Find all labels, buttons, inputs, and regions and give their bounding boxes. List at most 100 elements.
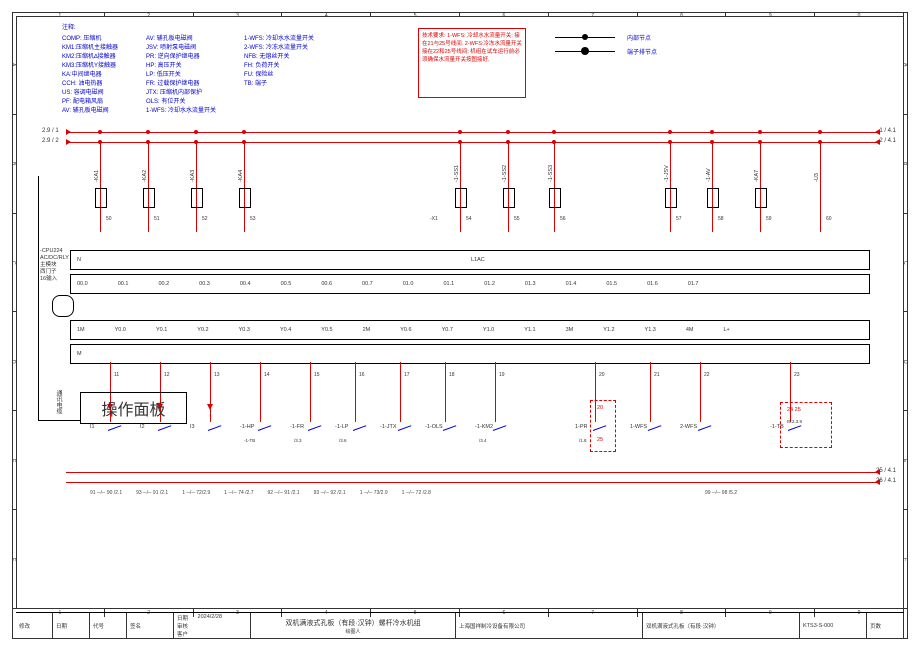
switch-icon [698, 425, 711, 431]
bus1-left-ref: 2.9 / 1 [42, 128, 59, 134]
terminal-num: 55 [514, 216, 520, 222]
output-label: I1 [90, 424, 95, 430]
tb-subtitle: 双机满液式孔板（有段·汉钟） [643, 613, 800, 639]
output-label: 1-PR [575, 424, 588, 430]
plc-name: -CPU224 [40, 248, 69, 255]
relay-coil-icon [707, 188, 719, 208]
relay-label: -1-AV [706, 168, 712, 182]
terminal-num: 51 [154, 216, 160, 222]
output-xref: /3.4 [479, 438, 487, 443]
tb-code: 代号 [90, 613, 127, 639]
relay-label: -U3 [814, 173, 820, 182]
db9-connector-icon [52, 295, 74, 317]
legend-entry: JTX: 压缩机内部保护 [146, 89, 216, 98]
terminal-xref: 1 ─/─ 74 /2.7 [224, 490, 253, 496]
switch-icon [258, 425, 271, 431]
relay-coil-icon [755, 188, 767, 208]
tb-date: 日期 [53, 613, 90, 639]
legend-entry: KM3:压缩机Y接触器 [62, 62, 118, 71]
terminal-switch-row: 91 ─/─ 90 /2.193 ─/─ 91 /2.11 ─/─ 72/2.9… [90, 490, 860, 496]
io-pin: 01.4 [566, 281, 577, 287]
legend-entry: US: 容调电磁阀 [62, 89, 118, 98]
terminal-num: 60 [826, 216, 832, 222]
comm-cable-label: 通讯电缆 [54, 390, 63, 414]
io-pin: 1M [77, 327, 85, 333]
relay-coil-icon [239, 188, 251, 208]
terminal-xref: 1 ─/─ 73/2.9 [360, 490, 388, 496]
output-xref: -1-TB [244, 438, 255, 443]
switch-icon [443, 425, 456, 431]
plc-sub4: 16输入 [40, 276, 69, 283]
io-pin: Y1.2 [603, 327, 614, 333]
io-pin: 01.0 [403, 281, 414, 287]
io-pin: 00.5 [281, 281, 292, 287]
legend-entry: OLS: 有位开关 [146, 98, 216, 107]
relay-label: -KA2 [142, 170, 148, 182]
io-pin: 00.3 [199, 281, 210, 287]
io-pin: 3M [566, 327, 574, 333]
relay-label: -1-SS1 [454, 165, 460, 182]
tb-sheet: 页数 [867, 613, 904, 639]
relay-label: -KA7 [754, 170, 760, 182]
io-pin: 00.0 [77, 281, 88, 287]
output-label: I3 [190, 424, 195, 430]
relay-label: -KA4 [238, 170, 244, 182]
io-pin: N [77, 257, 81, 263]
plc-sub3: 西门子 [40, 269, 69, 276]
dashed-box-1: 20 25 [590, 400, 616, 452]
relay-label: -1-SS2 [502, 165, 508, 182]
io-pin: 2M [363, 327, 371, 333]
legend-entry: KA:中间继电器 [62, 71, 118, 80]
wire-num: 13 [214, 372, 220, 378]
output-label: 1-WFS [630, 424, 647, 430]
terminal-num: 54 [466, 216, 472, 222]
legend-entry: AV: 辅孔板电磁阀 [62, 107, 118, 116]
output-xref: /3.3 [294, 438, 302, 443]
switch-icon [353, 425, 366, 431]
io-pin: Y1.0 [483, 327, 494, 333]
relay-label: -KA3 [190, 170, 196, 182]
legend-entry: 1-WFS: 冷却水水流量开关 [146, 107, 216, 116]
legend-entry: 2-WFS: 冷冻水流量开关 [244, 44, 314, 53]
page: 1234567890 1234567890 ABCDEF ABCDEF 注释: … [0, 0, 920, 651]
terminal-num: 53 [250, 216, 256, 222]
bus-25 [66, 472, 880, 473]
io-pin: Y0.7 [442, 327, 453, 333]
wire-num: 22 [704, 372, 710, 378]
legend-col2: AV: 辅孔板电磁阀JSV: 喷射泵电磁阀PR: 逆向保护继电器HP: 高压开关… [146, 35, 216, 116]
switch-icon [493, 425, 506, 431]
x1-label: -X1 [430, 216, 438, 222]
dbox2-sub: I5:2.3.9 [787, 419, 802, 424]
techreq-title: 技术要求: [422, 33, 446, 39]
schematic: 2.9 / 1 2.9 / 2 1 / 4.1 2 / 4.1 -KA150-K… [20, 120, 900, 591]
terminal-xref: 93 ─/─ 91 /2.1 [136, 490, 168, 496]
switch-icon [208, 425, 221, 431]
tb-rev: 修改 [16, 613, 53, 639]
cable-line [38, 176, 39, 420]
output-label: I2 [140, 424, 145, 430]
legend-entry: CCH: 油电热器 [62, 80, 118, 89]
terminal-num: 57 [676, 216, 682, 222]
relay-coil-icon [143, 188, 155, 208]
arrow-icon [875, 129, 880, 135]
switch-icon [398, 425, 411, 431]
legend-entry: KM1:压缩机主接触器 [62, 44, 118, 53]
plc-sub1: AC/DC/RLY [40, 255, 69, 262]
io-pin: 01.6 [647, 281, 658, 287]
wire-num: 17 [404, 372, 410, 378]
legend-entry: PR: 逆向保护继电器 [146, 53, 216, 62]
io-pin: 00.4 [240, 281, 251, 287]
relay-coil-icon [549, 188, 561, 208]
io-pin: 00.2 [158, 281, 169, 287]
output-xref: /1.8 [579, 438, 587, 443]
ruler-left: ABCDEF [12, 16, 16, 609]
legend-entry: 1-WFS: 冷却水水流量开关 [244, 35, 314, 44]
terminal-num: 52 [202, 216, 208, 222]
symbol-key: 内部节点 端子排节点 [555, 30, 657, 58]
terminal-xref: 93 ─/─ 92 /2.1 [314, 490, 346, 496]
terminal-xref: 91 ─/─ 90 /2.1 [90, 490, 122, 496]
switch-icon [648, 425, 661, 431]
tb-drawing: KTS3-S-000 [800, 613, 867, 639]
io-pin: 00.1 [118, 281, 129, 287]
arrow-icon [875, 479, 880, 485]
